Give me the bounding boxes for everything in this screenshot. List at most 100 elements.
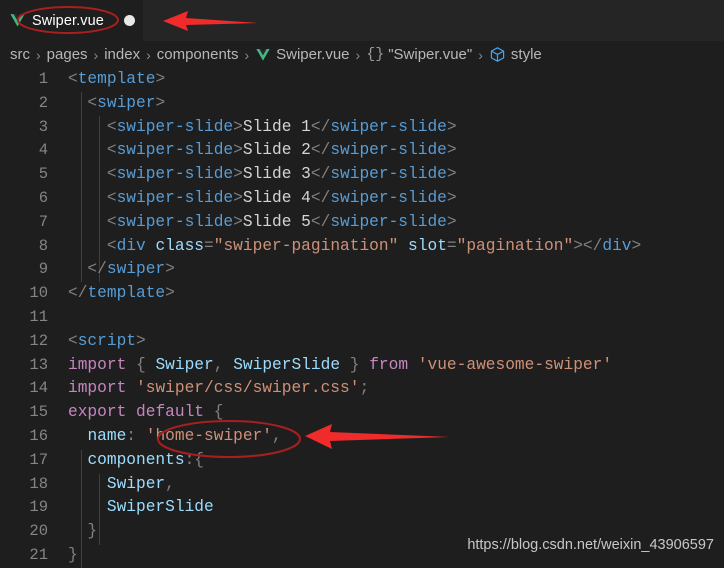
code-token: export [68,403,127,422]
code-token: swiper-slide [116,117,234,136]
code-line[interactable]: 18 Swiper, [0,473,724,497]
code-token: :{ [184,450,205,469]
code-token: > [446,212,457,231]
breadcrumb-item-pages[interactable]: pages [47,46,88,63]
code-token: > [165,260,175,279]
code-token: > [233,117,243,136]
code-token: > [233,212,243,231]
code-token: div [116,236,146,255]
code-token: import [68,355,127,374]
code-line[interactable]: 9 </swiper> [0,258,724,282]
code-line[interactable]: 4 <swiper-slide>Slide 2</swiper-slide> [0,139,724,163]
code-token: swiper-slide [116,212,234,231]
code-line[interactable]: 10 </template> [0,282,724,306]
code-line[interactable]: 6 <swiper-slide>Slide 4</swiper-slide> [0,187,724,211]
code-line[interactable]: 1 <template> [0,68,724,92]
code-token: name [87,426,127,445]
line-number: 20 [29,522,48,541]
line-text: <div class="swiper-pagination" slot="pag… [68,235,641,259]
code-line[interactable]: 17 components:{ [0,449,724,473]
line-text: Swiper, [68,473,175,497]
code-token: > [446,117,457,136]
line-text: </swiper> [68,258,175,282]
code-line[interactable]: 16 name: 'home-swiper', [0,425,724,449]
code-token: > [446,165,457,184]
line-text: SwiperSlide [68,496,214,520]
code-token: < [68,212,117,231]
line-number: 19 [29,498,48,517]
code-token: swiper-slide [116,141,234,160]
code-token: > [155,70,166,88]
tab-swiper-vue[interactable]: Swiper.vue [0,0,143,41]
line-text: </template> [68,282,175,306]
line-number: 21 [29,545,48,564]
code-lines-container: 1 <template> 2 <swiper> 3 <swiper-slide>Sli… [0,68,724,568]
code-token: Swiper [155,355,214,374]
code-line[interactable]: 3 <swiper-slide>Slide 1</swiper-slide> [0,116,724,140]
code-token: </ [68,260,107,279]
breadcrumb-separator: › [36,46,41,63]
code-token: < [68,93,98,112]
line-number: 12 [29,331,48,350]
code-token: { [136,355,146,374]
line-text: <swiper-slide>Slide 1</swiper-slide> [68,116,457,140]
code-token: class [155,236,205,255]
code-line[interactable]: 19 SwiperSlide [0,496,724,520]
breadcrumb-item-components[interactable]: components [157,46,239,63]
line-text: import 'swiper/css/swiper.css'; [68,377,369,401]
code-line[interactable]: 2 <swiper> [0,92,724,116]
code-token: slot [408,236,447,255]
code-token: Slide 2 [242,141,311,160]
code-token: </ [310,165,331,184]
code-token: </ [310,188,331,207]
code-token: 'swiper/css/swiper.css' [136,379,360,398]
line-text: <script> [68,330,146,354]
code-token: div [602,236,632,255]
line-text: <swiper-slide>Slide 2</swiper-slide> [68,139,457,163]
code-line[interactable]: 13 import { Swiper, SwiperSlide } from 'v… [0,354,724,378]
tab-bar-empty-space [143,0,724,41]
code-token: > [631,236,642,255]
breadcrumb-item-style[interactable]: style [511,46,542,63]
code-line[interactable]: 7 <swiper-slide>Slide 5</swiper-slide> [0,211,724,235]
code-token: Slide 5 [242,212,311,231]
code-line[interactable]: 15 export default { [0,401,724,425]
code-line[interactable]: 11 [0,306,724,330]
line-number: 14 [29,379,48,398]
code-line[interactable]: 8 <div class="swiper-pagination" slot="p… [0,235,724,259]
code-editor[interactable]: 1 <template> 2 <swiper> 3 <swiper-slide>Sli… [0,68,724,568]
code-token: swiper-slide [330,117,447,136]
unsaved-indicator-icon[interactable] [124,15,135,26]
tab-label: Swiper.vue [32,12,104,29]
vue-icon [10,14,25,27]
line-text: components:{ [68,449,204,473]
breadcrumb-item-index[interactable]: index [104,46,140,63]
line-text: } [68,544,78,568]
code-token: swiper-slide [116,188,234,207]
vue-icon [256,48,270,61]
code-token: </ [310,212,331,231]
code-token: > [233,188,243,207]
code-line[interactable]: 12 <script> [0,330,724,354]
breadcrumb-item-swiper-vue[interactable]: Swiper.vue [276,46,349,63]
code-token: < [68,331,78,350]
code-line[interactable]: 14 import 'swiper/css/swiper.css'; [0,377,724,401]
line-number: 2 [38,93,48,112]
code-line[interactable]: 5 <swiper-slide>Slide 3</swiper-slide> [0,163,724,187]
code-token: 'home-swiper' [145,426,273,445]
code-token: > [136,331,146,350]
code-token: > [165,284,175,303]
breadcrumb-item-src[interactable]: src [10,46,30,63]
code-token: < [68,70,78,88]
code-token: swiper-slide [116,165,234,184]
code-token: , [165,474,175,493]
line-text: name: 'home-swiper', [68,425,281,449]
breadcrumb-item-swiper-vue-symbol[interactable]: "Swiper.vue" [388,46,472,63]
code-token: components [87,450,185,469]
